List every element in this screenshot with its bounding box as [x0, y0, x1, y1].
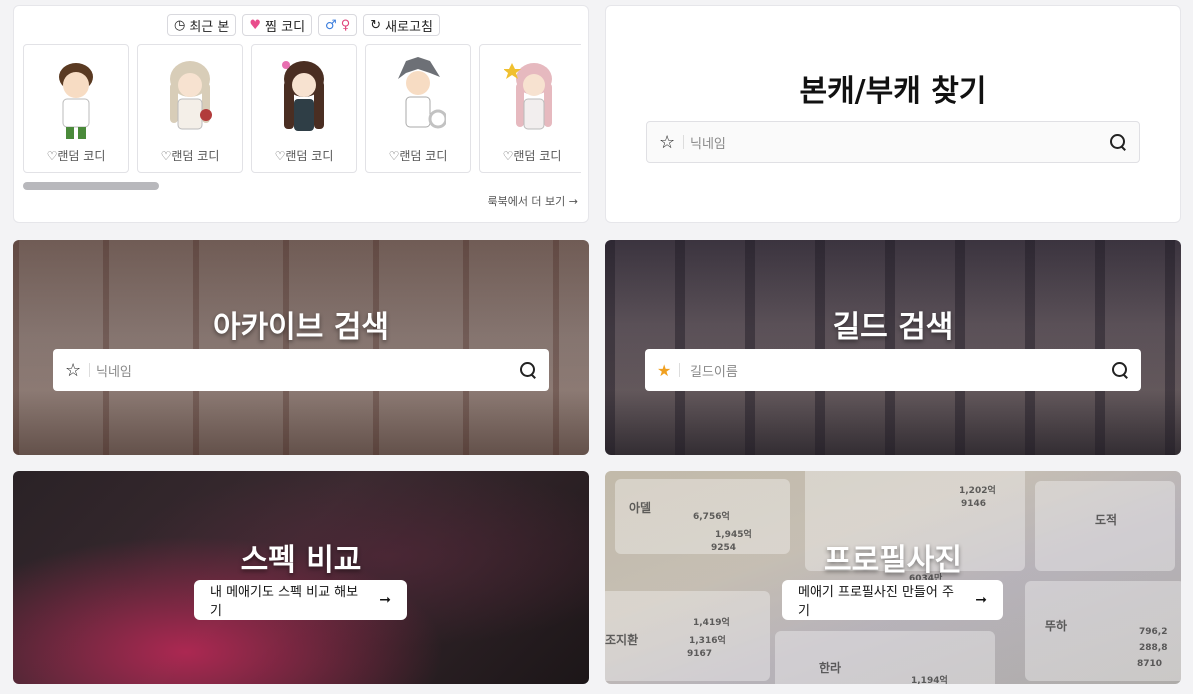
search-icon[interactable] [519, 361, 537, 379]
find-character-search[interactable]: ☆ 닉네임 [646, 121, 1140, 163]
find-character-card: 본캐/부캐 찾기 ☆ 닉네임 [605, 5, 1181, 223]
character-tile[interactable]: ♡랜덤 코디 [365, 44, 471, 173]
character-tile[interactable]: ♡랜덤 코디 [23, 44, 129, 173]
guild-search-title: 길드 검색 [832, 310, 954, 345]
liked-coordi-label: 찜 코디 [265, 19, 306, 35]
liked-coordi-button[interactable]: ♥ 찜 코디 [242, 14, 313, 36]
star-icon[interactable]: ☆ [65, 360, 87, 381]
gender-toggle[interactable]: ♂ ♀ [318, 14, 358, 36]
character-avatar [59, 63, 93, 139]
character-avatar [170, 61, 212, 130]
spec-compare-button[interactable]: 내 메애기도 스펙 비교 해보기 ➞ [194, 580, 407, 620]
spec-compare-card: 스펙 비교 내 메애기도 스펙 비교 해보기 ➞ [13, 471, 589, 684]
sample-profile-text: 9167 [687, 649, 713, 659]
random-coordi-label: ♡랜덤 코디 [160, 149, 220, 163]
search-icon[interactable] [1109, 133, 1127, 151]
character-tile[interactable]: ♡랜덤 코디 [479, 44, 581, 173]
sample-profile-card [775, 631, 995, 684]
star-icon[interactable]: ☆ [659, 132, 681, 153]
divider [679, 363, 680, 377]
spec-compare-title: 스펙 비교 [240, 543, 362, 578]
sample-profile-text: 9146 [961, 499, 987, 509]
nickname-input[interactable]: 닉네임 [690, 133, 1109, 152]
refresh-button[interactable]: ↻ 새로고침 [363, 14, 440, 36]
refresh-label: 새로고침 [385, 19, 433, 35]
character-tile[interactable]: ♡랜덤 코디 [137, 44, 243, 173]
sample-profile-text: 1,202억 [959, 486, 996, 496]
profile-picture-button-label: 메애기 프로필사진 만들어 주기 [798, 585, 954, 619]
archive-search-title: 아카이브 검색 [212, 310, 390, 345]
carousel-scrollbar[interactable] [23, 182, 159, 190]
sample-profile-text: 아델 [629, 501, 652, 515]
guild-search-card: 길드 검색 ★ 길드이름 [605, 240, 1181, 455]
coordi-filter-row: ◷ 최근 본 ♥ 찜 코디 ♂ ♀ ↻ 새로고침 [167, 14, 440, 36]
sample-profile-text: 뚜하 [1045, 619, 1068, 633]
guild-name-input[interactable]: 길드이름 [690, 361, 1111, 380]
character-avatar [398, 57, 446, 129]
sample-profile-text: 한라 [819, 661, 842, 675]
random-coordi-label: ♡랜덤 코디 [274, 149, 334, 163]
spec-compare-button-label: 내 메애기도 스펙 비교 해보기 [210, 585, 359, 619]
random-coordi-label: ♡랜덤 코디 [388, 149, 448, 163]
profile-picture-button[interactable]: 메애기 프로필사진 만들어 주기 ➞ [782, 580, 1003, 620]
arrow-right-icon: ➞ [379, 592, 391, 608]
divider [89, 363, 90, 377]
profile-picture-title: 프로필사진 [824, 543, 962, 578]
recent-viewed-label: 최근 본 [189, 19, 230, 35]
sample-profile-text: 1,316억 [689, 636, 726, 646]
sample-profile-text: 288,8 [1139, 643, 1168, 653]
character-carousel[interactable]: ♡랜덤 코디 ♡랜덤 코디 ♡랜덤 코디 ♡랜덤 코디 ♡랜덤 코디 [23, 44, 581, 176]
archive-search[interactable]: ☆ 닉네임 [53, 349, 549, 391]
sample-profile-text: 도적 [1095, 513, 1118, 527]
sample-profile-text: 6,756억 [693, 512, 730, 522]
guild-search[interactable]: ★ 길드이름 [645, 349, 1141, 391]
archive-search-card: 아카이브 검색 ☆ 닉네임 [13, 240, 589, 455]
heart-icon: ♥ [249, 17, 262, 33]
female-icon[interactable]: ♀ [341, 18, 351, 33]
find-character-title: 본캐/부캐 찾기 [799, 74, 987, 109]
character-avatar [282, 61, 324, 131]
random-coordi-card: ◷ 최근 본 ♥ 찜 코디 ♂ ♀ ↻ 새로고침 ♡랜덤 코디 ♡랜덤 코디 ♡… [13, 5, 589, 223]
random-coordi-label: ♡랜덤 코디 [502, 149, 562, 163]
recent-viewed-button[interactable]: ◷ 최근 본 [167, 14, 237, 36]
clock-icon: ◷ [174, 17, 186, 33]
character-avatar [504, 63, 552, 130]
nickname-input[interactable]: 닉네임 [96, 361, 519, 380]
refresh-icon: ↻ [370, 17, 382, 33]
character-tile[interactable]: ♡랜덤 코디 [251, 44, 357, 173]
lookbook-more-link[interactable]: 룩북에서 더 보기 → [487, 193, 578, 209]
search-icon[interactable] [1111, 361, 1129, 379]
sample-profile-text: 1,419억 [693, 618, 730, 628]
male-icon[interactable]: ♂ [325, 18, 337, 33]
arrow-right-icon: ➞ [975, 592, 987, 608]
star-filled-icon[interactable]: ★ [657, 361, 679, 380]
sample-profile-text: 8710 [1137, 659, 1163, 669]
sample-profile-text: 조지환 [605, 633, 639, 647]
sample-profile-text: 1,194억 [911, 676, 948, 684]
profile-picture-card: 아델 6,756억 1,945억 9254 1,202억 9146 도적 603… [605, 471, 1181, 684]
random-coordi-label: ♡랜덤 코디 [46, 149, 106, 163]
divider [683, 135, 684, 149]
sample-profile-text: 796,2 [1139, 627, 1168, 637]
